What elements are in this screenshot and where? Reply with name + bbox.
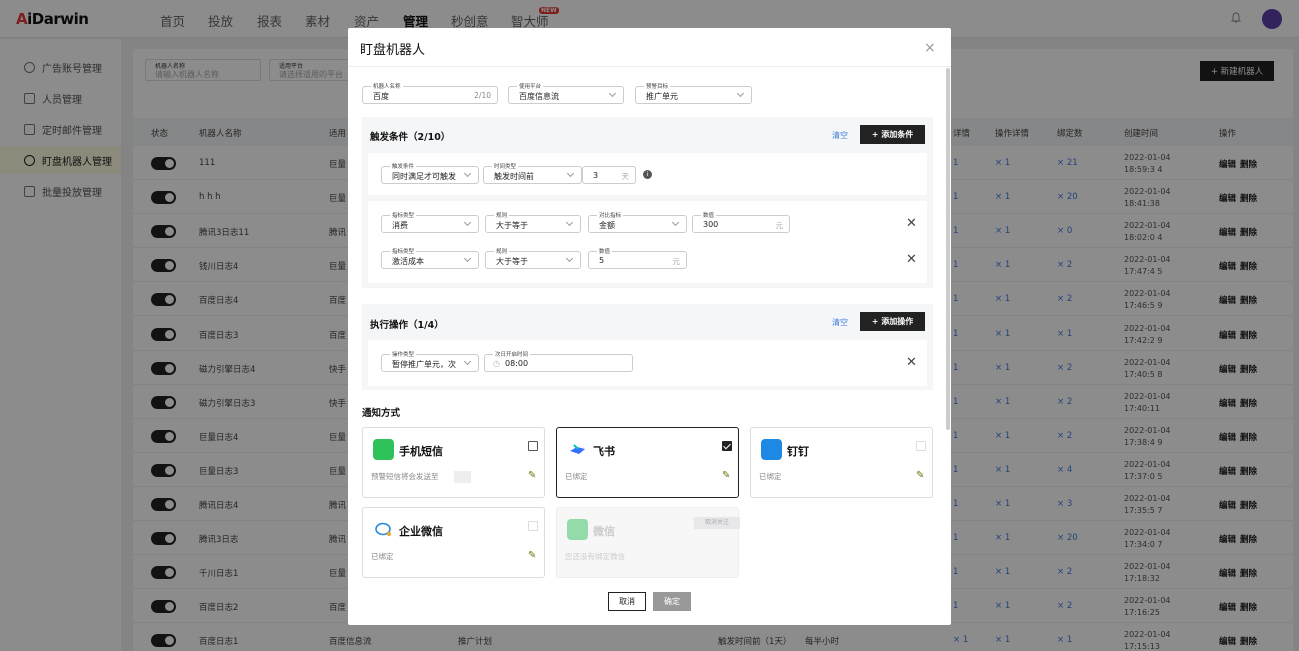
next-day-time-picker[interactable]: 次日开启时间 ◷ 08:00 [484, 350, 633, 372]
trigger-condition-select[interactable]: 触发条件 同时满足才可触发 [381, 162, 479, 184]
rule2-remove-icon[interactable]: ✕ [906, 252, 917, 267]
dingtalk-icon [761, 439, 782, 460]
divider [348, 66, 951, 67]
chevron-down-icon [463, 254, 472, 263]
notify-card-sms[interactable]: 手机短信 预警短信将会发送至 ✎ [362, 427, 545, 498]
chevron-down-icon [565, 254, 574, 263]
dingtalk-checkbox[interactable] [916, 441, 926, 451]
action-section: 执行操作（1/4） 清空 + 添加操作 操作类型 暂停推广单元，次 次日开启时间… [362, 304, 933, 390]
edit-icon[interactable]: ✎ [722, 470, 730, 481]
chevron-down-icon [566, 169, 575, 178]
chevron-down-icon [463, 218, 472, 227]
action-box: 操作类型 暂停推广单元，次 次日开启时间 ◷ 08:00 ✕ [368, 340, 927, 386]
close-icon[interactable]: × [924, 40, 936, 56]
edit-icon[interactable]: ✎ [916, 470, 924, 481]
wecom-icon [373, 519, 394, 540]
rule1-compare-select[interactable]: 对比指标 金额 [588, 211, 687, 233]
rule1-remove-icon[interactable]: ✕ [906, 216, 917, 231]
rule2-metric-select[interactable]: 指标类型 激活成本 [381, 247, 479, 269]
info-icon[interactable]: i [643, 170, 652, 179]
notify-card-wecom[interactable]: 企业微信 已绑定 ✎ [362, 507, 545, 578]
chevron-down-icon [463, 169, 472, 178]
edit-icon[interactable]: ✎ [528, 470, 536, 481]
wechat-icon [567, 519, 588, 540]
notify-card-dingtalk[interactable]: 钉钉 已绑定 ✎ [750, 427, 933, 498]
phone-placeholder [454, 471, 471, 483]
robot-name-field[interactable]: 机器人名称 百度 2/10 [362, 82, 498, 104]
notify-card-wechat: 微信 您还没有绑定微信 取消关注 [556, 507, 740, 578]
notify-title: 通知方式 [362, 408, 401, 419]
ok-button[interactable]: 确定 [653, 592, 691, 611]
wecom-checkbox[interactable] [528, 521, 538, 531]
feishu-icon [567, 439, 588, 460]
trigger-section: 触发条件（2/10） 清空 + 添加条件 触发条件 同时满足才可触发 时间类型 … [362, 117, 933, 288]
action-clear-link[interactable]: 清空 [832, 317, 848, 328]
time-type-select[interactable]: 时间类型 触发时间前 [483, 162, 582, 184]
chevron-down-icon [671, 218, 680, 227]
trigger-clear-link[interactable]: 清空 [832, 130, 848, 141]
days-input[interactable]: 3 天 [582, 166, 636, 184]
rule2-value-input[interactable]: 数值 5 元 [588, 247, 687, 269]
chevron-down-icon [736, 89, 745, 98]
chevron-down-icon [463, 357, 472, 366]
robot-modal: 盯盘机器人 × 机器人名称 百度 2/10 使用平台 百度信息流 预警目标 推广… [348, 28, 951, 625]
edit-icon[interactable]: ✎ [528, 550, 536, 561]
modal-scrollbar[interactable] [946, 68, 950, 430]
action-remove-icon[interactable]: ✕ [906, 355, 917, 370]
feishu-checkbox[interactable] [722, 441, 732, 451]
rule1-metric-select[interactable]: 指标类型 消费 [381, 211, 479, 233]
chevron-down-icon [565, 218, 574, 227]
rule1-value-input[interactable]: 数值 300 元 [692, 211, 790, 233]
modal-title: 盯盘机器人 [360, 43, 426, 58]
target-select[interactable]: 预警目标 推广单元 [635, 82, 752, 104]
add-condition-button[interactable]: + 添加条件 [860, 125, 925, 144]
trigger-rules-box: 指标类型 消费 规则 大于等于 对比指标 金额 数值 300 元 ✕ 指标类型 … [368, 201, 927, 283]
rule1-rule-select[interactable]: 规则 大于等于 [485, 211, 581, 233]
rule2-rule-select[interactable]: 规则 大于等于 [485, 247, 581, 269]
unfollow-ribbon: 取消关注 [694, 517, 740, 529]
sms-icon [373, 439, 394, 460]
platform-select[interactable]: 使用平台 百度信息流 [508, 82, 624, 104]
add-action-button[interactable]: + 添加操作 [860, 312, 925, 331]
trigger-settings-box: 触发条件 同时满足才可触发 时间类型 触发时间前 3 天 i [368, 153, 927, 195]
trigger-title: 触发条件（2/10） [370, 132, 451, 143]
action-title: 执行操作（1/4） [370, 320, 444, 331]
sms-checkbox[interactable] [528, 441, 538, 451]
chevron-down-icon [608, 89, 617, 98]
cancel-button[interactable]: 取消 [608, 592, 646, 611]
action-type-select[interactable]: 操作类型 暂停推广单元，次 [381, 350, 479, 372]
clock-icon: ◷ [493, 359, 500, 368]
notify-card-feishu[interactable]: 飞书 已绑定 ✎ [556, 427, 739, 498]
